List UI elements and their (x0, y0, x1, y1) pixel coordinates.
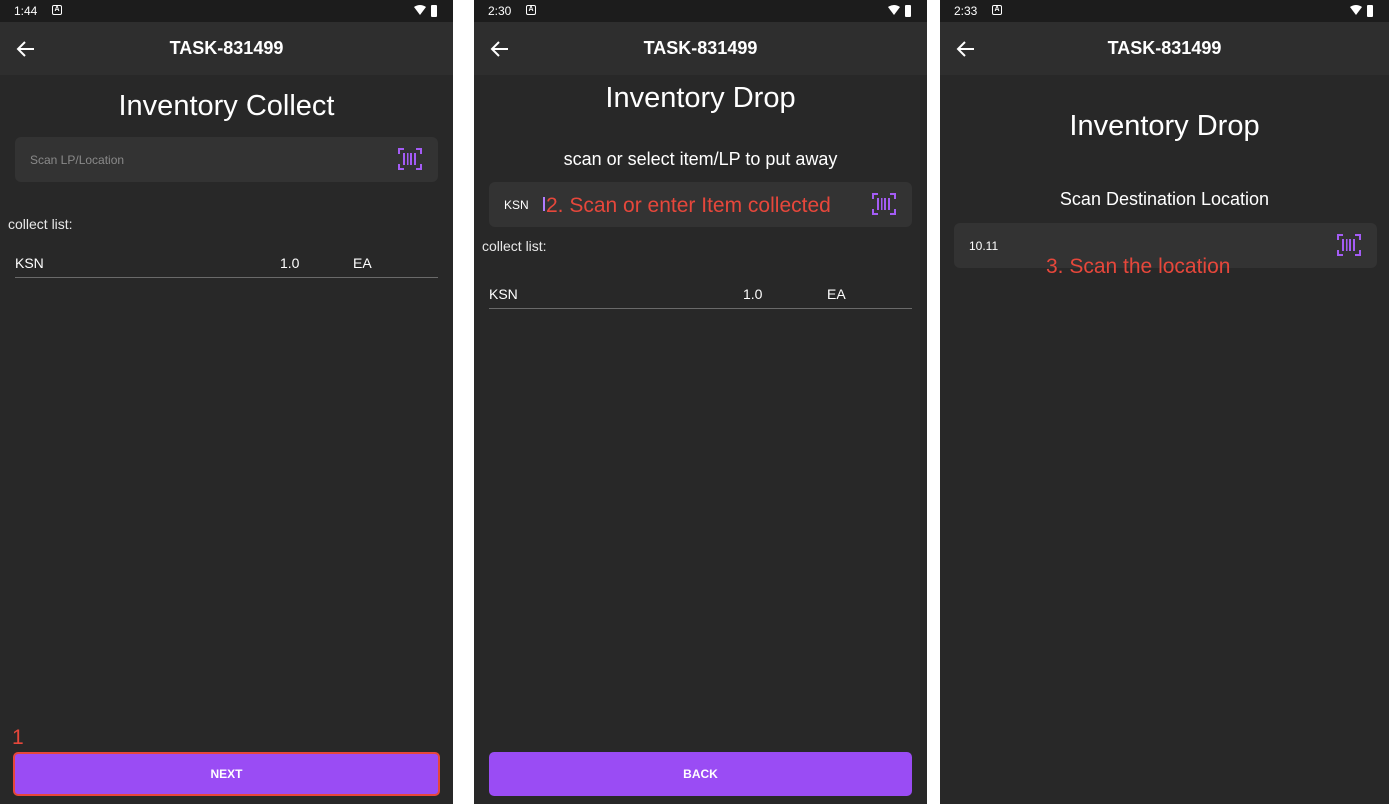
wifi-battery-icon (1350, 5, 1373, 17)
collect-list-label: collect list: (8, 216, 73, 232)
annotation-step-2: 2. Scan or enter Item collected (546, 194, 831, 217)
status-time: 2:30 (488, 4, 512, 18)
collect-list-label: collect list: (482, 238, 547, 254)
row-item: KSN (15, 255, 44, 271)
annotation-step-1: 1 (12, 726, 24, 749)
status-bar: 2:30 A (474, 0, 927, 22)
notification-icon: A (992, 5, 1002, 15)
notification-icon: A (52, 5, 62, 15)
page-title: TASK-831499 (169, 38, 284, 58)
page-title: TASK-831499 (643, 38, 758, 58)
next-button[interactable]: NEXT (13, 752, 440, 796)
table-row[interactable]: KSN 1.0 EA (15, 247, 438, 278)
row-qty: 1.0 (280, 255, 300, 271)
scan-field[interactable] (15, 137, 438, 182)
wifi-battery-icon (888, 5, 911, 17)
barcode-scan-icon[interactable] (872, 193, 896, 215)
page-title: TASK-831499 (1107, 38, 1222, 58)
screen-inventory-drop-location: 2:33 A TASK-831499 Inventory Drop Scan D… (940, 0, 1389, 804)
app-bar: TASK-831499 (940, 22, 1389, 75)
screen-inventory-collect: 1:44 A TASK-831499 Inventory Collect col… (0, 0, 453, 804)
app-bar: TASK-831499 (474, 22, 927, 75)
back-button[interactable]: BACK (489, 752, 912, 796)
table-row[interactable]: KSN 1.0 EA (489, 278, 912, 309)
status-bar: 2:33 A (940, 0, 1389, 22)
row-unit: EA (353, 255, 372, 271)
row-unit: EA (827, 286, 846, 302)
wifi-battery-icon (414, 5, 437, 17)
row-qty: 1.0 (743, 286, 763, 302)
text-caret (543, 197, 545, 211)
notification-icon: A (526, 5, 536, 15)
app-bar: TASK-831499 (0, 22, 453, 75)
status-time: 1:44 (14, 4, 38, 18)
row-item: KSN (489, 286, 518, 302)
barcode-scan-icon[interactable] (398, 148, 422, 170)
screen-subheading: scan or select item/LP to put away (563, 149, 838, 169)
scan-lp-location-input[interactable] (15, 137, 438, 182)
status-bar: 1:44 A (0, 0, 453, 22)
annotation-step-3: 3. Scan the location (1046, 255, 1231, 278)
screen-heading: Inventory Drop (605, 82, 796, 114)
screen-heading: Inventory Collect (118, 90, 335, 122)
screen-subheading: Scan Destination Location (1059, 189, 1270, 209)
screen-heading: Inventory Drop (1069, 110, 1260, 142)
status-time: 2:33 (954, 4, 978, 18)
barcode-scan-icon[interactable] (1337, 234, 1361, 256)
screen-inventory-drop-item: 2:30 A TASK-831499 Inventory Drop scan o… (474, 0, 927, 804)
